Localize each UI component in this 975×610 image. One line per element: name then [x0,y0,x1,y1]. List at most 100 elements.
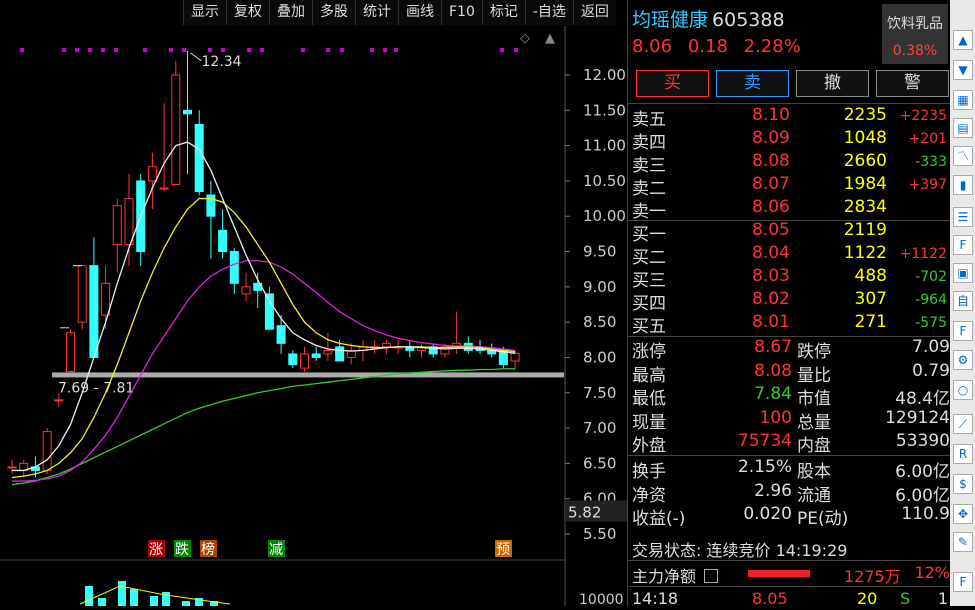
volume-bar [118,581,126,606]
level-label: 卖三 [632,156,666,176]
pencil-icon[interactable]: ✎ [953,532,973,552]
event-dot [340,48,344,52]
level-change: +397 [908,177,947,193]
f12-icon[interactable]: F [953,321,973,341]
order-book-row[interactable]: 卖五 8.10 2235 +2235 [632,105,947,130]
stat-label: 收益(-) [632,509,686,529]
stat-value: 75734 [737,431,792,451]
level-price: 8.09 [752,128,790,148]
kline-chart[interactable]: 12.00 11.50 11.00 10.50 10.00 9.50 9.00 8.50 8.0… [0,26,627,608]
stat-label: 净资 [632,485,666,506]
event-marker-label: 榜 [201,541,215,558]
candle-body [171,74,181,185]
stat-row: 外盘 75734 内盘 53390 [632,431,950,456]
price-tick-label: 12.00 [583,66,626,84]
stat-value: 2.96 [754,480,792,501]
grid-icon[interactable]: ▤ [953,118,973,138]
order-book-row[interactable]: 买三 8.03 488 -702 [632,266,947,291]
candle-body [124,198,134,245]
price-tick-label: 9.00 [583,278,616,296]
move-icon[interactable]: ✥ [953,504,973,524]
stock-code: 605388 [712,9,785,31]
settings-icon[interactable]: ⚙ [953,350,973,370]
stat-row: 换手 2.15% 股本 6.00亿 [632,457,950,482]
self-select-icon[interactable]: 自 [953,291,973,311]
circle-icon[interactable]: ○ [953,380,973,400]
report-icon[interactable]: ▣ [953,263,973,283]
list-icon[interactable]: ☰ [953,207,973,227]
stock-name[interactable]: 均瑶健康 [632,9,708,31]
event-dot [20,48,24,52]
list-icon[interactable] [704,569,719,583]
toolbar-item-4[interactable]: 统计 [355,0,398,25]
price-tick-label: 10.50 [583,172,626,190]
toolbar-item-1[interactable]: 复权 [226,0,269,25]
candle-body [300,353,309,369]
toolbar-item-8[interactable]: -自选 [524,0,573,25]
toolbar-item-2[interactable]: 叠加 [269,0,312,25]
capital-flow-row: 主力净额 1275万 12% [632,563,950,587]
candle-body [510,352,520,362]
stat-value: 6.00亿 [895,485,950,506]
f5-icon[interactable]: F [953,572,973,592]
level-volume: 2235 [843,105,887,125]
stat-label: 流通 [797,485,831,506]
tick-vol: 20 [857,589,878,608]
toolbar-item-6[interactable]: F10 [441,0,482,25]
alert-button[interactable]: 警 [876,70,949,97]
order-book-row[interactable]: 买一 8.05 2119 [632,220,947,245]
diamond-icon: ◇ [520,31,530,46]
candle-body [101,282,111,316]
order-book-row[interactable]: 卖二 8.07 1984 +397 [632,174,947,199]
event-dot [208,48,212,52]
line-chart-icon[interactable]: 〽 [953,146,973,166]
order-book-row[interactable]: 买五 8.01 271 -575 [632,312,947,337]
table-icon[interactable]: ▦ [953,90,973,110]
order-book-row[interactable]: 买二 8.04 1122 +1122 [632,243,947,268]
stat-value: 110.9 [901,504,950,524]
candle-body [311,353,321,358]
rss-icon[interactable]: R [953,444,973,464]
level-label: 买一 [632,225,666,245]
sector-box[interactable]: 饮料乳品 0.38% [882,4,948,64]
toolbar-item-5[interactable]: 画线 [398,0,441,25]
stat-label: 市值 [797,389,831,409]
trade-status: 交易状态: 连续竞价 14:19:29 [632,541,848,560]
trend-icon[interactable]: ⟋ [953,414,973,434]
f10-icon[interactable]: F [953,235,973,255]
sell-button[interactable]: 卖 [716,70,789,97]
toolbar-item-9[interactable]: 返回 [572,0,616,25]
price-tick-label: 8.50 [583,313,616,331]
toolbar-item-3[interactable]: 多股 [312,0,355,25]
dollar-icon[interactable]: $ [953,474,973,494]
chevron-down-icon[interactable]: ▼ [953,60,973,80]
stat-value: 8.67 [754,337,792,357]
candle-body [241,286,251,295]
order-book-row[interactable]: 卖三 8.08 2660 -333 [632,151,947,176]
event-dot [75,48,79,52]
event-dot [143,48,147,52]
order-book-row[interactable]: 卖一 8.06 2834 [632,197,947,222]
level-volume: 1122 [843,243,887,263]
level-volume: 2660 [843,151,887,171]
level-price: 8.01 [752,312,790,332]
ma-yellow-line [11,197,516,479]
toolbar-item-7[interactable]: 标记 [481,0,525,25]
candlestick-icon[interactable]: ▮ [953,175,973,195]
buy-button[interactable]: 买 [636,70,709,97]
price-change: 0.18 [687,36,728,57]
event-dot [101,48,105,52]
cancel-button[interactable]: 撤 [796,70,869,97]
toolbar-item-0[interactable]: 显示 [183,0,226,25]
candle-body [323,349,333,355]
level-volume: 2119 [843,220,887,240]
chevron-up-icon[interactable]: ▲ [953,30,973,50]
order-book-row[interactable]: 卖四 8.09 1048 +201 [632,128,947,153]
order-book-row[interactable]: 买四 8.02 307 -964 [632,289,947,314]
stat-label: 内盘 [797,436,831,456]
kline-svg[interactable]: 12.00 11.50 11.00 10.50 10.00 9.50 9.00 8.50 8.0… [0,26,627,608]
level-price: 8.03 [752,266,790,286]
event-dot [260,48,264,52]
stat-value: 53390 [895,431,950,451]
stat-row: 现量 100 总量 129124 [632,408,950,433]
